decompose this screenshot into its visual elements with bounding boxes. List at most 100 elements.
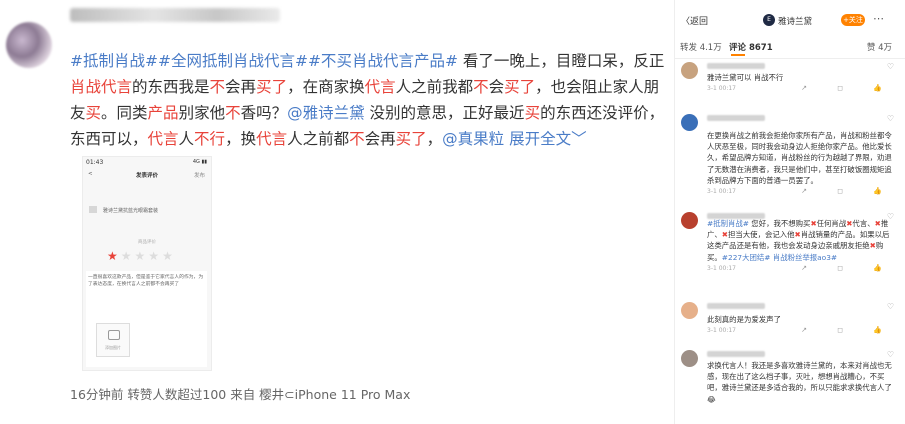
commenter-avatar[interactable]	[681, 212, 698, 229]
rating-stars: ★★★★★	[107, 249, 176, 263]
star-icon: ★	[148, 249, 163, 263]
post-text-segment: ，在商家换	[287, 78, 365, 96]
tab-forward[interactable]: 转发 4.1万	[680, 41, 722, 53]
commenter-name-redacted	[707, 63, 765, 69]
screenshot-publish: 发布	[193, 173, 205, 179]
hashtag-link[interactable]: #抵制肖战#	[707, 219, 749, 228]
post-text-segment: 不	[473, 78, 489, 96]
author-avatar[interactable]	[6, 22, 52, 68]
post-link[interactable]: @真果粒	[442, 130, 504, 148]
screenshot-title: 发表评价	[135, 173, 158, 179]
like-icon[interactable]: ♡	[887, 350, 894, 359]
comment-segment: 此刻真的是为爱发声了	[707, 315, 781, 324]
post-link[interactable]: ﹀	[571, 130, 587, 148]
brand-logo-icon: E	[763, 14, 775, 26]
post-link[interactable]: #抵制肖战##全网抵制肖战代言##不买肖战代言产品#	[70, 52, 458, 70]
hashtag-link[interactable]: #227大团结# 肖战粉丝举报ao3#	[722, 253, 837, 262]
screenshot-product: 雅诗兰黛抗蓝光眼霜套装	[89, 207, 158, 214]
review-box: 一直很喜欢这款产品，但是鉴于它家代言人的作为，为了表达态度，在换代言人之前都不会…	[86, 271, 207, 367]
tab-bar: 转发 4.1万 评论 8671 赞 4万	[675, 38, 905, 59]
camera-icon	[108, 330, 120, 340]
post-text-segment: 不	[225, 104, 241, 122]
comment-time: 3-1 00:17	[707, 85, 736, 92]
screenshot-rate-label: 商品评价	[138, 240, 156, 245]
active-tab-indicator	[731, 54, 745, 56]
post-text-segment: 代言	[256, 130, 288, 148]
post-text-segment: 人	[178, 130, 195, 148]
tab-like[interactable]: 赞 4万	[867, 41, 892, 53]
post-text-segment: 买了	[504, 78, 536, 96]
tab-comment[interactable]: 评论 8671	[729, 41, 773, 53]
add-photo-box: 添加图片	[96, 323, 130, 357]
brand-name[interactable]: 雅诗兰黛	[778, 15, 812, 27]
comment-segment: 代言、	[852, 219, 875, 228]
post-text-segment: 肖战代言	[70, 78, 133, 96]
commenter-name-redacted	[707, 303, 765, 309]
post-text-segment: 香吗？	[240, 104, 288, 122]
screenshot-status: 4G ▮▮	[192, 159, 207, 165]
comment-panel: 〈返回 E 雅诗兰黛 +关注 ⋯ 转发 4.1万 评论 8671 赞 4万 ♡ 雅…	[674, 0, 905, 424]
like-icon[interactable]: ♡	[887, 62, 894, 71]
star-icon: ★	[120, 249, 135, 263]
post-text-segment: 不	[209, 78, 226, 96]
screenshot-back-icon: <	[88, 171, 93, 177]
comment-segment: 雅诗兰黛可以 肖战不行	[707, 73, 784, 82]
post-text-segment: 不	[349, 130, 365, 148]
comment-text: 求换代言人！我还是多喜欢雅诗兰黛的，本来对肖战也无感，现在出了这么档子事，灭吐，…	[707, 360, 894, 405]
star-icon: ★	[134, 249, 149, 263]
comment-segment: 您好，我不想购买	[748, 219, 811, 228]
post-text-segment: 买	[524, 104, 541, 122]
follow-button[interactable]: +关注	[841, 14, 865, 26]
post-text-segment: 会再	[225, 78, 257, 96]
post-text-segment: 代言	[364, 78, 396, 96]
like-icon[interactable]: ♡	[887, 302, 894, 311]
post-text-segment: ，	[426, 130, 443, 148]
commenter-avatar[interactable]	[681, 302, 698, 319]
post-text-segment: 不行	[194, 130, 226, 148]
post-link[interactable]: 展开全文	[509, 130, 571, 148]
commenter-avatar[interactable]	[681, 350, 698, 367]
product-name: 雅诗兰黛抗蓝光眼霜套装	[103, 208, 159, 214]
top-bar: 〈返回 E 雅诗兰黛 +关注 ⋯	[675, 10, 905, 32]
comment-segment: 求换代言人！我还是多喜欢雅诗兰黛的，本来对肖战也无感，现在出了这么档子事，灭吐，…	[707, 361, 892, 404]
review-text: 一直很喜欢这款产品，但是鉴于它家代言人的作为，为了表达态度，在换代言人之前都不会…	[88, 275, 204, 287]
commenter-avatar[interactable]	[681, 62, 698, 79]
comment-text: 此刻真的是为爱发声了	[707, 314, 894, 325]
star-icon: ★	[162, 249, 176, 263]
post-text-segment: 看了一晚上，目瞪口呆，反正	[457, 52, 665, 70]
comment-segment: 担当大使，会记入他	[728, 230, 795, 240]
more-icon[interactable]: ⋯	[873, 12, 884, 25]
post-meta: 16分钟前 转赞人数超过100 来自 樱井⊂iPhone 11 Pro Max	[70, 387, 411, 402]
post-text-segment: 人之前都	[287, 130, 350, 148]
post-body: #抵制肖战##全网抵制肖战代言##不买肖战代言产品# 看了一晚上，目瞪口呆，反正…	[70, 48, 666, 152]
commenter-avatar[interactable]	[681, 114, 698, 131]
post-text-segment: 买	[85, 104, 102, 122]
comment-text: 在更换肖战之前我会拒绝你家所有产品，肖战和粉丝都令人厌恶至极，同时我会动身边人拒…	[707, 130, 894, 186]
attached-screenshot[interactable]: 01:43 4G ▮▮ 发表评价 < 发布 雅诗兰黛抗蓝光眼霜套装 商品评价 ★…	[82, 156, 212, 371]
post-link[interactable]: @雅诗兰黛	[287, 104, 365, 122]
comment-segment: 在更换肖战之前我会拒绝你家所有产品，肖战和粉丝都令人厌恶至极，同时我会动身边人拒…	[707, 131, 892, 185]
comment-time: 3-1 00:17	[707, 188, 736, 195]
commenter-name-redacted	[707, 115, 765, 121]
comment-actions[interactable]: ↗ ◻ 👍	[801, 264, 896, 272]
post-text-segment: 会再	[364, 130, 396, 148]
post-text-segment: 产品	[147, 104, 179, 122]
comment-time: 3-1 00:17	[707, 327, 736, 334]
post-text-segment: 没别的意思，正好最近	[364, 104, 525, 122]
comment-actions[interactable]: ↗ ◻ 👍	[801, 326, 896, 334]
post-text-segment: ，换	[225, 130, 257, 148]
post-text-segment: 买了	[395, 130, 427, 148]
comment-time: 3-1 00:17	[707, 265, 736, 272]
comment-actions[interactable]: ↗ ◻ 👍	[801, 187, 896, 195]
like-icon[interactable]: ♡	[887, 114, 894, 123]
comment-text: 雅诗兰黛可以 肖战不行	[707, 72, 894, 83]
add-photo-label: 添加图片	[105, 345, 121, 350]
comment-text: #抵制肖战# 您好，我不想购买✖任何肖战✖代言、✖推广、✖担当大使，会记入他✖肖…	[707, 218, 894, 263]
back-button[interactable]: 〈返回	[681, 14, 708, 27]
post-text-segment: 别家他	[178, 104, 226, 122]
post-text-segment: 买了	[256, 78, 288, 96]
weibo-post: #抵制肖战##全网抵制肖战代言##不买肖战代言产品# 看了一晚上，目瞪口呆，反正…	[0, 0, 670, 424]
author-name-redacted	[70, 8, 280, 22]
post-text-segment: 代言	[147, 130, 179, 148]
comment-actions[interactable]: ↗ ◻ 👍	[801, 84, 896, 92]
